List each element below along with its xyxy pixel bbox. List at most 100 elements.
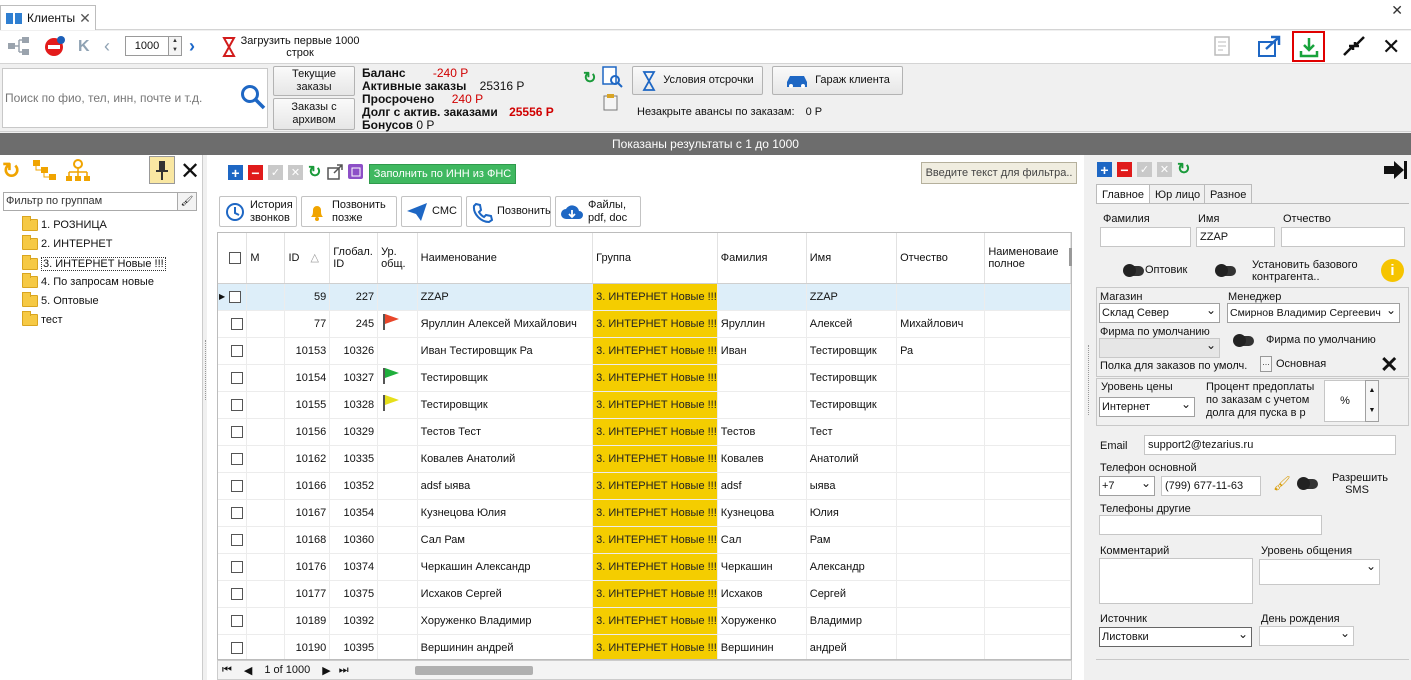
group-item-selected[interactable]: 3. ИНТЕРНЕТ Новые !!! [22, 255, 166, 271]
search-icon[interactable] [240, 84, 266, 110]
window-close-icon[interactable]: ✕ [1391, 2, 1403, 19]
close-panel-icon[interactable]: ✕ [180, 157, 200, 186]
tab-main[interactable]: Главное [1096, 184, 1151, 204]
row-select[interactable] [218, 445, 248, 473]
sms-button[interactable]: СМС [401, 196, 462, 227]
first-page-button[interactable]: ⏮ [222, 664, 232, 677]
last-page-button[interactable]: ⏭ [339, 664, 349, 677]
tab-legal[interactable]: Юр лицо [1149, 184, 1207, 204]
export-icon[interactable] [1257, 34, 1283, 58]
source-select[interactable]: Листовки [1099, 625, 1252, 647]
download-button[interactable] [1292, 31, 1325, 62]
comment-textarea[interactable] [1099, 558, 1253, 604]
table-row[interactable]: 10189 10392 Хоруженко Владимир 3. ИНТЕРНЕТ … [218, 607, 1071, 635]
hide-deleted-icon[interactable] [42, 35, 68, 57]
document-search-icon[interactable] [601, 66, 623, 88]
call-later-button[interactable]: Позвонить позже [301, 196, 397, 227]
row-select[interactable] [218, 553, 248, 581]
exit-panel-icon[interactable] [1382, 159, 1408, 181]
tab-misc[interactable]: Разное [1204, 184, 1253, 204]
row-checkbox[interactable] [231, 641, 243, 654]
row-checkbox[interactable] [231, 344, 243, 357]
row-checkbox[interactable] [231, 398, 243, 411]
last-name-input[interactable] [1100, 227, 1191, 247]
deferral-terms-button[interactable]: Условия отсрочки [632, 66, 763, 95]
row-checkbox[interactable] [231, 317, 243, 330]
grid-scrollbar-thumb[interactable] [1069, 248, 1072, 266]
page-size-stepper[interactable]: ▲ ▼ [169, 36, 182, 56]
brush-icon[interactable]: 🖌 [1273, 475, 1291, 492]
base-contractor-toggle[interactable] [1215, 264, 1236, 277]
row-select[interactable] [218, 634, 248, 659]
row-select[interactable]: ▶ [218, 283, 248, 311]
select-all-header[interactable] [218, 233, 248, 284]
row-select[interactable] [218, 607, 248, 635]
next-page-button[interactable]: ▶ [322, 664, 330, 677]
firm-default-toggle[interactable] [1233, 334, 1254, 347]
open-external-icon[interactable] [327, 164, 343, 180]
birthday-picker[interactable] [1259, 624, 1354, 646]
add-icon[interactable]: + [228, 165, 243, 181]
current-orders-button[interactable]: Текущие заказы [273, 66, 355, 96]
prev-page-icon[interactable]: ‹ [104, 36, 110, 57]
page-size-input[interactable]: 1000 [125, 36, 169, 56]
table-row[interactable]: 10154 10327 Тестировщик 3. ИНТЕРНЕТ Новые !… [218, 364, 1071, 392]
first-name-input[interactable]: ZZAP [1196, 227, 1275, 247]
card-add-icon[interactable]: + [1097, 162, 1112, 178]
row-select[interactable] [218, 364, 248, 392]
row-select[interactable] [218, 391, 248, 419]
row-checkbox[interactable] [231, 479, 243, 492]
column-header-last-name[interactable]: Фамилия [717, 233, 807, 284]
table-row[interactable]: 10176 10374 Черкашин Александр 3. ИНТЕРНЕТ … [218, 553, 1071, 581]
reload-groups-icon[interactable]: ↻ [2, 158, 20, 184]
group-item[interactable]: тест [22, 311, 63, 326]
allow-sms-toggle[interactable] [1297, 477, 1318, 490]
shelf-picker-button[interactable]: … [1260, 356, 1272, 372]
select-all-checkbox[interactable] [229, 251, 241, 264]
phone-input[interactable]: (799) 677-11-63 [1161, 476, 1261, 496]
clipboard-icon[interactable] [603, 93, 619, 111]
middle-name-input[interactable] [1281, 227, 1405, 247]
grid-filter-input[interactable]: Введите текст для фильтра.. [921, 162, 1077, 184]
table-row[interactable]: ▶ 59 227 ZZAP 3. ИНТЕРНЕТ Новые !!! ZZAP [218, 283, 1071, 311]
row-checkbox[interactable] [231, 425, 243, 438]
column-header-global-id[interactable]: Глобал. ID [329, 233, 379, 284]
table-row[interactable]: 10190 10395 Вершинин андрей 3. ИНТЕРНЕТ Нов… [218, 634, 1071, 659]
other-phones-input[interactable] [1099, 515, 1322, 535]
confirm-icon[interactable]: ✓ [268, 165, 283, 180]
column-header-full-name[interactable]: Наименоваие полное [984, 233, 1071, 284]
group-item[interactable]: 4. По запросам новые [22, 273, 154, 288]
group-item[interactable]: 1. РОЗНИЦА [22, 216, 107, 231]
row-checkbox[interactable] [231, 371, 243, 384]
refresh-list-icon[interactable]: ↻ [308, 162, 321, 182]
merge-icon[interactable] [348, 164, 363, 179]
row-select[interactable] [218, 337, 248, 365]
org-structure-icon[interactable] [65, 158, 91, 182]
close-icon[interactable]: ✕ [1382, 34, 1400, 60]
prev-page-button[interactable]: ◀ [244, 664, 252, 677]
price-level-select[interactable]: Интернет [1099, 395, 1195, 417]
group-filter-input[interactable]: Фильтр по группам [3, 192, 178, 211]
firm-default-select[interactable] [1099, 336, 1220, 358]
prepay-input[interactable]: % [1324, 380, 1366, 422]
phone-code-select[interactable]: +7 [1099, 474, 1155, 496]
row-checkbox[interactable] [231, 560, 243, 573]
row-select[interactable] [218, 310, 248, 338]
row-select[interactable] [218, 418, 248, 446]
cancel-icon[interactable]: ✕ [288, 165, 303, 180]
card-refresh-icon[interactable]: ↻ [1177, 159, 1190, 179]
table-row[interactable]: 77 245 Яруллин Алексей Михайлович 3. ИНТЕРН… [218, 310, 1071, 338]
comm-level-select[interactable] [1259, 557, 1380, 585]
row-checkbox[interactable] [231, 452, 243, 465]
row-select[interactable] [218, 526, 248, 554]
right-splitter[interactable] [1088, 345, 1091, 415]
row-checkbox[interactable] [231, 587, 243, 600]
email-input[interactable]: support2@tezarius.ru [1144, 435, 1396, 455]
column-header-name[interactable]: Наименование [417, 233, 594, 284]
column-header-id[interactable]: ID △ [284, 233, 331, 284]
delete-icon[interactable]: − [248, 165, 263, 181]
card-cancel-icon[interactable]: ✕ [1157, 162, 1172, 177]
client-garage-button[interactable]: Гараж клиента [772, 66, 903, 95]
refresh-icon[interactable]: ↻ [583, 68, 596, 88]
group-item[interactable]: 2. ИНТЕРНЕТ [22, 235, 112, 250]
